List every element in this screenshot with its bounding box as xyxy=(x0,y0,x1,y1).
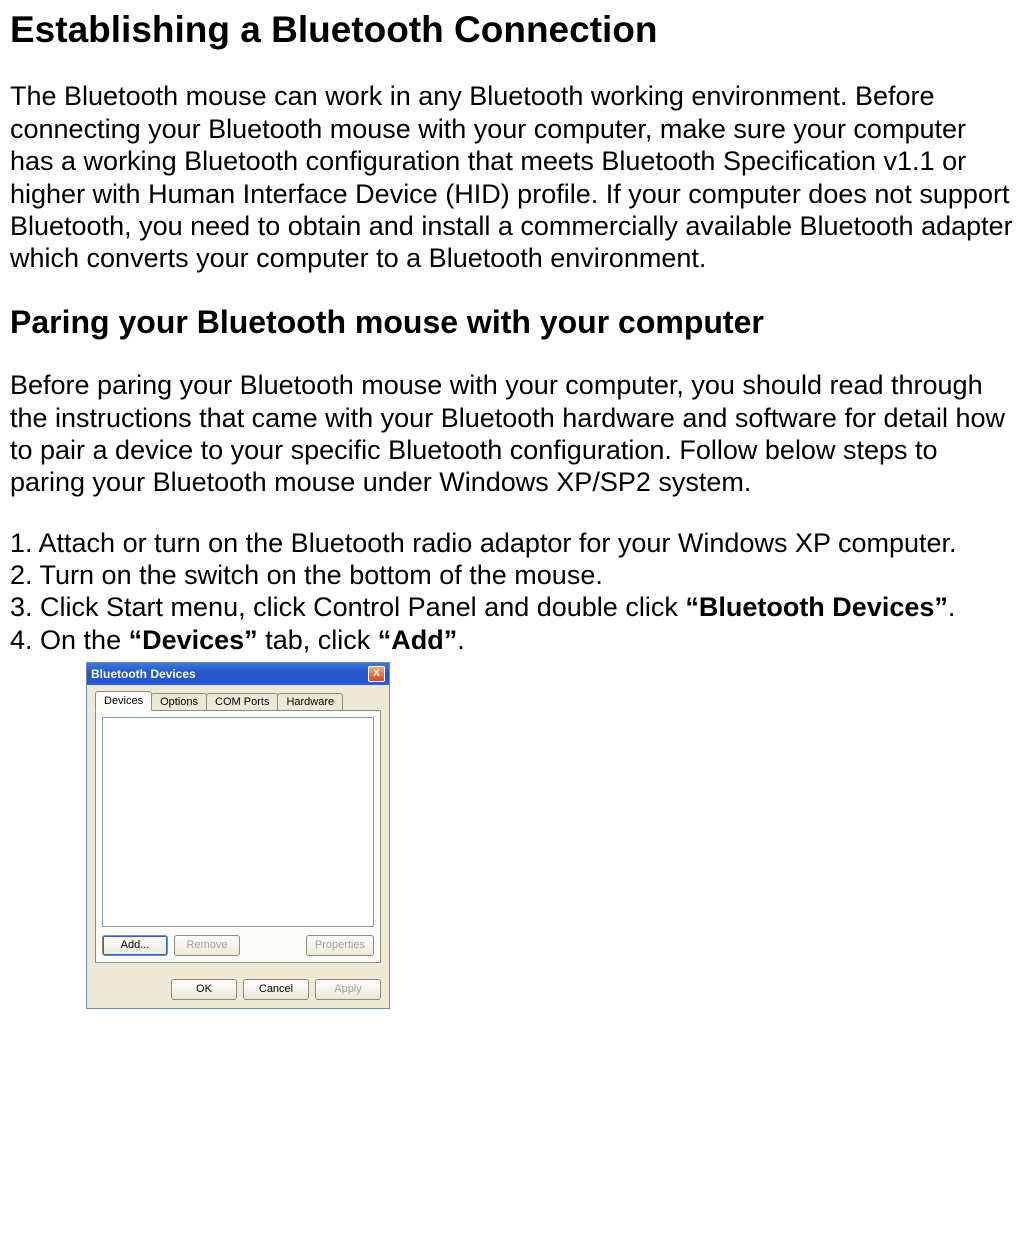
add-button[interactable]: Add... xyxy=(102,935,168,956)
dialog-footer: OK Cancel Apply xyxy=(87,971,389,1008)
steps-list: 1. Attach or turn on the Bluetooth radio… xyxy=(10,527,1013,1010)
step-text: . xyxy=(457,625,465,655)
dialog-titlebar[interactable]: Bluetooth Devices X xyxy=(87,663,389,685)
step-text: . xyxy=(948,592,956,622)
step-bold: “Devices” xyxy=(129,625,258,655)
step-number: 4. xyxy=(10,625,40,655)
step-text: On the xyxy=(40,625,129,655)
spacer xyxy=(246,935,300,956)
intro-paragraph: The Bluetooth mouse can work in any Blue… xyxy=(10,80,1013,274)
bluetooth-devices-dialog: Bluetooth Devices X Devices Options COM … xyxy=(86,662,390,1009)
apply-button[interactable]: Apply xyxy=(315,979,381,1000)
section-heading: Paring your Bluetooth mouse with your co… xyxy=(10,303,1013,341)
step-text: Attach or turn on the Bluetooth radio ad… xyxy=(39,528,957,558)
page-heading: Establishing a Bluetooth Connection xyxy=(10,8,1013,52)
device-listbox[interactable] xyxy=(102,717,374,927)
step-2: 2. Turn on the switch on the bottom of t… xyxy=(10,559,1013,591)
step-text: Click Start menu, click Control Panel an… xyxy=(40,592,685,622)
tab-com-ports[interactable]: COM Ports xyxy=(206,693,278,711)
step-number: 1. xyxy=(10,528,39,558)
step-text: Turn on the switch on the bottom of the … xyxy=(40,560,603,590)
close-icon: X xyxy=(373,669,380,679)
pane-button-row: Add... Remove Properties xyxy=(102,935,374,956)
pairing-paragraph: Before paring your Bluetooth mouse with … xyxy=(10,369,1013,499)
step-3: 3. Click Start menu, click Control Panel… xyxy=(10,591,1013,623)
properties-button[interactable]: Properties xyxy=(306,935,374,956)
step-bold: “Add” xyxy=(378,625,457,655)
close-button[interactable]: X xyxy=(368,666,385,682)
tab-devices[interactable]: Devices xyxy=(95,691,152,711)
tab-row: Devices Options COM Ports Hardware xyxy=(95,691,381,711)
step-bold: “Bluetooth Devices” xyxy=(685,592,948,622)
tab-options[interactable]: Options xyxy=(151,693,207,711)
tab-pane: Add... Remove Properties xyxy=(95,710,381,963)
remove-button[interactable]: Remove xyxy=(174,935,240,956)
dialog-body: Devices Options COM Ports Hardware Add..… xyxy=(87,685,389,971)
step-number: 3. xyxy=(10,592,40,622)
step-4: 4. On the “Devices” tab, click “Add”. Bl… xyxy=(10,624,1013,1009)
step-1: 1. Attach or turn on the Bluetooth radio… xyxy=(10,527,1013,559)
cancel-button[interactable]: Cancel xyxy=(243,979,309,1000)
step-text: tab, click xyxy=(258,625,378,655)
tab-hardware[interactable]: Hardware xyxy=(277,693,343,711)
dialog-title: Bluetooth Devices xyxy=(91,668,196,680)
step-number: 2. xyxy=(10,560,40,590)
ok-button[interactable]: OK xyxy=(171,979,237,1000)
